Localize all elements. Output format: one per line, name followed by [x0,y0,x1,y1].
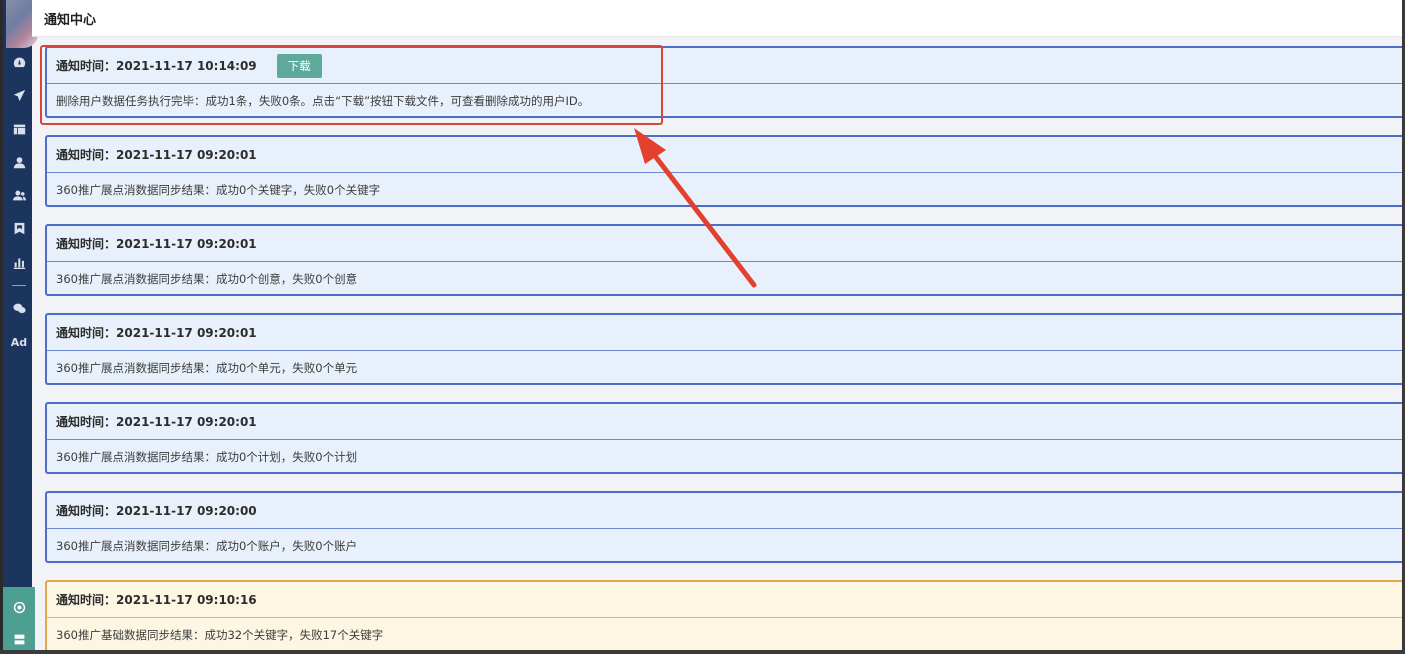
notification-time: 2021-11-17 09:10:16 [116,592,257,607]
notification-header: 通知时间： 2021-11-17 09:20:00 [47,493,1402,529]
time-label: 通知时间： [56,59,117,73]
time-label: 通知时间： [56,415,117,429]
notification-header: 通知时间： 2021-11-17 10:14:09 下载 [47,48,1402,84]
notification-message: 360推广展点消数据同步结果：成功0个创意，失败0个创意 [56,272,358,286]
notification-header: 通知时间： 2021-11-17 09:20:01 [47,404,1402,440]
sidebar-divider [12,285,26,286]
server-icon[interactable] [3,630,35,648]
header-bar: 通知中心 [32,0,1402,37]
time-label: 通知时间： [56,148,117,162]
table-icon[interactable] [3,120,35,138]
sidebar-item-ad[interactable]: Ad [3,336,35,349]
notification-card: 通知时间： 2021-11-17 09:20:01 360推广展点消数据同步结果… [45,135,1402,207]
notification-card: 通知时间： 2021-11-17 09:20:00 360推广展点消数据同步结果… [45,491,1402,563]
sidebar: Ad [0,0,38,650]
notification-time: 2021-11-17 09:20:01 [116,236,257,251]
notification-header: 通知时间： 2021-11-17 09:10:16 [47,582,1402,618]
download-button[interactable]: 下载 [276,53,322,78]
notification-time: 2021-11-17 09:20:01 [116,147,257,162]
send-icon[interactable] [3,86,35,104]
notification-header: 通知时间： 2021-11-17 09:20:01 [47,137,1402,173]
users-icon[interactable] [3,186,35,204]
notification-message: 360推广展点消数据同步结果：成功0个计划，失败0个计划 [56,450,358,464]
notification-card-warning: 通知时间： 2021-11-17 09:10:16 360推广基础数据同步结果：… [45,580,1402,650]
bar-chart-icon[interactable] [3,253,35,271]
notification-time: 2021-11-17 10:14:09 [116,58,257,73]
bookmark-icon[interactable] [3,219,35,237]
time-label: 通知时间： [56,504,117,518]
notification-card: 通知时间： 2021-11-17 09:20:01 360推广展点消数据同步结果… [45,224,1402,296]
app-window: Ad 通知中心 通知时间： 2021-11-17 10:14:09 下载 删除用… [0,0,1405,654]
time-label: 通知时间： [56,326,117,340]
notification-time: 2021-11-17 09:20:01 [116,325,257,340]
notification-card: 通知时间： 2021-11-17 10:14:09 下载 删除用户数据任务执行完… [45,46,1402,118]
page-title: 通知中心 [44,13,97,28]
notification-card: 通知时间： 2021-11-17 09:20:01 360推广展点消数据同步结果… [45,313,1402,385]
notification-time: 2021-11-17 09:20:01 [116,414,257,429]
notification-card: 通知时间： 2021-11-17 09:20:01 360推广展点消数据同步结果… [45,402,1402,474]
wechat-icon[interactable] [3,299,35,317]
notification-header: 通知时间： 2021-11-17 09:20:01 [47,226,1402,262]
sidebar-bottom-panel [3,587,35,650]
notification-list: 通知时间： 2021-11-17 10:14:09 下载 删除用户数据任务执行完… [45,46,1402,650]
time-label: 通知时间： [56,593,117,607]
notification-time: 2021-11-17 09:20:00 [116,503,257,518]
notification-header: 通知时间： 2021-11-17 09:20:01 [47,315,1402,351]
notification-message: 360推广展点消数据同步结果：成功0个单元，失败0个单元 [56,361,358,375]
settings-icon[interactable] [3,598,35,616]
notification-message: 360推广基础数据同步结果：成功32个关键字，失败17个关键字 [56,628,384,642]
notification-message: 360推广展点消数据同步结果：成功0个关键字，失败0个关键字 [56,183,381,197]
notification-message: 删除用户数据任务执行完毕：成功1条，失败0条。点击“下载”按钮下载文件，可查看删… [56,94,590,108]
notification-message: 360推广展点消数据同步结果：成功0个账户，失败0个账户 [56,539,358,553]
user-icon[interactable] [3,153,35,171]
time-label: 通知时间： [56,237,117,251]
dashboard-icon[interactable] [3,53,35,71]
